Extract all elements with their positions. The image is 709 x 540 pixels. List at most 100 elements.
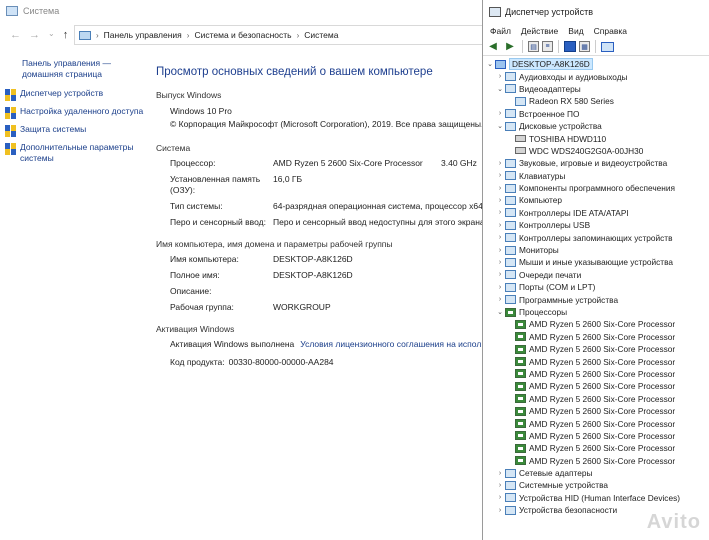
- info-label: Перо и сенсорный ввод:: [170, 217, 266, 227]
- tree-device[interactable]: WDC WDS240G2G0A-00JH30: [483, 145, 709, 157]
- tree-category[interactable]: › Компьютер: [483, 194, 709, 206]
- chevron-right-icon[interactable]: ›: [495, 209, 505, 216]
- tree-device[interactable]: AMD Ryzen 5 2600 Six-Core Processor: [483, 430, 709, 442]
- chevron-right-icon[interactable]: ›: [495, 271, 505, 278]
- tree-category[interactable]: › Программные устройства: [483, 293, 709, 305]
- tree-device[interactable]: AMD Ryzen 5 2600 Six-Core Processor: [483, 318, 709, 330]
- tree-device[interactable]: TOSHIBA HDWD110: [483, 132, 709, 144]
- chevron-right-icon[interactable]: ›: [495, 185, 505, 192]
- chevron-right-icon[interactable]: ›: [297, 31, 300, 40]
- info-value: 16,0 ГБ: [273, 174, 303, 184]
- chevron-right-icon[interactable]: ›: [187, 31, 190, 40]
- chevron-down-icon[interactable]: ⌄: [495, 122, 505, 130]
- tree-device[interactable]: AMD Ryzen 5 2600 Six-Core Processor: [483, 393, 709, 405]
- chevron-right-icon[interactable]: ›: [495, 470, 505, 477]
- breadcrumb-security[interactable]: Система и безопасность: [194, 30, 291, 40]
- tree-category[interactable]: › Устройства HID (Human Interface Devices…: [483, 492, 709, 504]
- control-panel-home-link[interactable]: Панель управления — домашняя страница: [0, 58, 130, 80]
- up-arrow-icon[interactable]: ↑: [63, 29, 69, 41]
- chevron-right-icon[interactable]: ›: [495, 494, 505, 501]
- breadcrumb-system[interactable]: Система: [304, 30, 338, 40]
- tree-device[interactable]: AMD Ryzen 5 2600 Six-Core Processor: [483, 331, 709, 343]
- tree-root[interactable]: ⌄ DESKTOP-A8K126D: [483, 58, 709, 71]
- link-label: Настройка удаленного доступа: [20, 106, 144, 116]
- chevron-right-icon[interactable]: ›: [495, 172, 505, 179]
- processor-icon: [515, 394, 526, 404]
- chevron-right-icon[interactable]: ›: [495, 197, 505, 204]
- device-manager-link[interactable]: Диспетчер устройств: [0, 88, 145, 101]
- chevron-down-icon[interactable]: ⌄: [485, 60, 495, 68]
- tree-category[interactable]: ⌄ Видеоадаптеры: [483, 83, 709, 95]
- menu-view[interactable]: Вид: [568, 26, 583, 36]
- processor-icon: [515, 381, 526, 391]
- forward-arrow-icon[interactable]: ▶: [503, 40, 517, 53]
- tree-device[interactable]: Radeon RX 580 Series: [483, 95, 709, 107]
- tree-device[interactable]: AMD Ryzen 5 2600 Six-Core Processor: [483, 343, 709, 355]
- tree-category[interactable]: › Контроллеры USB: [483, 219, 709, 231]
- address-bar[interactable]: › Панель управления › Система и безопасн…: [74, 25, 482, 45]
- tree-category[interactable]: › Устройства безопасности: [483, 504, 709, 516]
- tree-category[interactable]: › Контроллеры IDE ATA/ATAPI: [483, 207, 709, 219]
- remote-settings-link[interactable]: Настройка удаленного доступа: [0, 106, 145, 119]
- chevron-right-icon[interactable]: ›: [495, 284, 505, 291]
- chevron-right-icon[interactable]: ›: [495, 73, 505, 80]
- chevron-right-icon[interactable]: ›: [495, 482, 505, 489]
- chevron-down-icon[interactable]: ⌄: [495, 308, 505, 316]
- link-label: Диспетчер устройств: [20, 88, 104, 98]
- tree-device[interactable]: AMD Ryzen 5 2600 Six-Core Processor: [483, 355, 709, 367]
- tree-category[interactable]: › Мониторы: [483, 244, 709, 256]
- info-row-workgroup: Рабочая группа: WORKGROUP: [170, 302, 482, 318]
- chevron-right-icon[interactable]: ›: [495, 160, 505, 167]
- tree-device[interactable]: AMD Ryzen 5 2600 Six-Core Processor: [483, 405, 709, 417]
- menu-help[interactable]: Справка: [594, 26, 627, 36]
- advanced-settings-link[interactable]: Дополнительные параметры системы: [0, 142, 145, 164]
- tree-category[interactable]: › Сетевые адаптеры: [483, 467, 709, 479]
- tree-device[interactable]: AMD Ryzen 5 2600 Six-Core Processor: [483, 417, 709, 429]
- tree-category[interactable]: › Мыши и иные указывающие устройства: [483, 256, 709, 268]
- tree-category[interactable]: ⌄ Процессоры: [483, 306, 709, 318]
- help-icon[interactable]: [564, 41, 576, 52]
- breadcrumb-control-panel[interactable]: Панель управления: [104, 30, 182, 40]
- tree-device[interactable]: AMD Ryzen 5 2600 Six-Core Processor: [483, 380, 709, 392]
- properties-icon[interactable]: ▤: [528, 41, 539, 52]
- tree-device[interactable]: AMD Ryzen 5 2600 Six-Core Processor: [483, 455, 709, 467]
- tree-category[interactable]: ⌄ Дисковые устройства: [483, 120, 709, 132]
- chevron-right-icon[interactable]: ›: [495, 234, 505, 241]
- list-icon[interactable]: ≡: [542, 41, 553, 52]
- tree-device[interactable]: AMD Ryzen 5 2600 Six-Core Processor: [483, 442, 709, 454]
- tree-category[interactable]: › Компоненты программного обеспечения: [483, 182, 709, 194]
- tree-category[interactable]: › Контроллеры запоминающих устройств: [483, 231, 709, 243]
- tree-category[interactable]: › Порты (COM и LPT): [483, 281, 709, 293]
- chevron-right-icon[interactable]: ›: [495, 247, 505, 254]
- chevron-right-icon[interactable]: ›: [495, 259, 505, 266]
- processor-icon: [515, 319, 526, 329]
- tree-category[interactable]: › Системные устройства: [483, 479, 709, 491]
- chevron-right-icon[interactable]: ›: [495, 296, 505, 303]
- menu-action[interactable]: Действие: [521, 26, 558, 36]
- tree-item-label: AMD Ryzen 5 2600 Six-Core Processor: [529, 381, 676, 392]
- back-arrow-icon[interactable]: ◀: [486, 40, 500, 53]
- chevron-right-icon[interactable]: ›: [96, 31, 99, 40]
- view-icon[interactable]: ▦: [579, 41, 590, 52]
- scan-hardware-icon[interactable]: [601, 41, 614, 52]
- tree-category[interactable]: › Клавиатуры: [483, 170, 709, 182]
- license-terms-link[interactable]: Условия лицензионного соглашения на испо…: [300, 339, 481, 357]
- tree-category[interactable]: › Звуковые, игровые и видеоустройства: [483, 157, 709, 169]
- system-block: Процессор: AMD Ryzen 5 2600 Six-Core Pro…: [156, 158, 482, 233]
- chevron-right-icon[interactable]: ›: [495, 222, 505, 229]
- tree-category[interactable]: › Аудиовходы и аудиовыходы: [483, 70, 709, 82]
- forward-arrow-icon[interactable]: →: [29, 29, 40, 41]
- system-protection-link[interactable]: Защита системы: [0, 124, 145, 137]
- recent-chevron-icon[interactable]: ⌄: [48, 29, 55, 41]
- tree-category[interactable]: › Очереди печати: [483, 269, 709, 281]
- tree-device[interactable]: AMD Ryzen 5 2600 Six-Core Processor: [483, 368, 709, 380]
- chevron-down-icon[interactable]: ⌄: [495, 85, 505, 93]
- tree-category[interactable]: › Встроенное ПО: [483, 108, 709, 120]
- tree-item-label: Контроллеры IDE ATA/ATAPI: [519, 207, 629, 218]
- chevron-right-icon[interactable]: ›: [495, 507, 505, 514]
- device-category-icon: [505, 208, 516, 218]
- tree-item-label: Сетевые адаптеры: [519, 468, 593, 479]
- chevron-right-icon[interactable]: ›: [495, 110, 505, 117]
- menu-file[interactable]: Файл: [490, 26, 511, 36]
- back-arrow-icon[interactable]: ←: [10, 29, 21, 41]
